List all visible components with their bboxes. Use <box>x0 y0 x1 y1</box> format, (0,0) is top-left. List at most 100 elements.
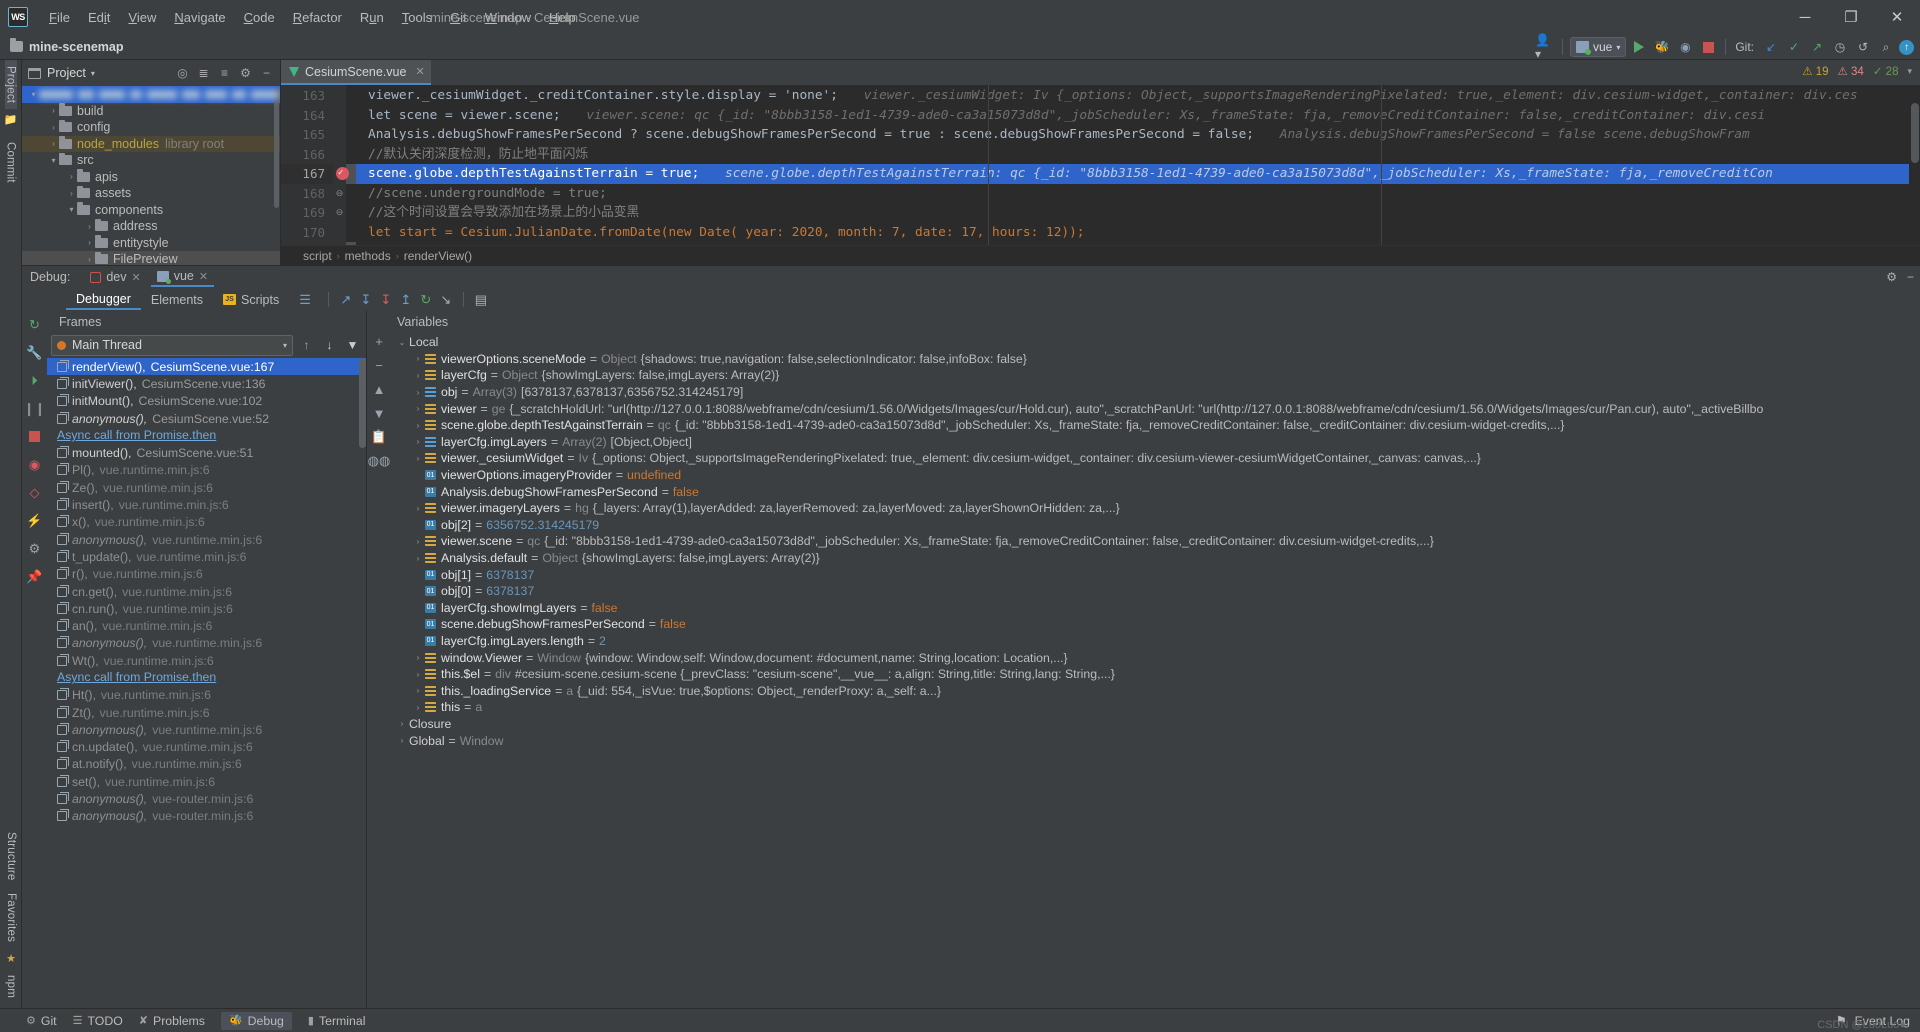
fold-marker-169[interactable]: ⊖ <box>333 203 346 223</box>
chevron-down-icon[interactable]: ▾ <box>48 156 59 165</box>
frame-row[interactable]: anonymous(), vue.runtime.min.js:6 <box>47 635 366 652</box>
add-watch-icon[interactable]: + <box>370 333 388 349</box>
run-to-cursor-icon[interactable]: ↻ <box>416 290 436 309</box>
variable-row[interactable]: 01 layerCfg.showImgLayers = false <box>391 600 1920 617</box>
variable-row[interactable]: 01 scene.debugShowFramesPerSecond = false <box>391 616 1920 633</box>
target-icon[interactable]: ◎ <box>173 64 192 83</box>
stop-icon[interactable] <box>25 427 44 446</box>
step-out-icon[interactable]: ↥ <box>396 290 416 309</box>
close-icon[interactable]: ✕ <box>415 65 424 78</box>
chevron-right-icon[interactable]: › <box>48 123 59 132</box>
git-update-icon[interactable]: ↙ <box>1761 37 1781 57</box>
expand-all-icon[interactable]: ≣ <box>194 64 213 83</box>
chevron-down-icon[interactable]: ▾ <box>283 341 287 350</box>
project-scrollbar[interactable] <box>274 88 279 208</box>
folder-icon[interactable]: 📁 <box>4 109 18 130</box>
status-problems[interactable]: ✘ Problems <box>139 1014 205 1028</box>
chevron-right-icon[interactable]: › <box>411 437 425 446</box>
breadcrumb-renderview[interactable]: renderView() <box>404 249 472 263</box>
chevron-right-icon[interactable]: › <box>411 371 425 380</box>
frame-row[interactable]: r(), vue.runtime.min.js:6 <box>47 566 366 583</box>
tab-elements[interactable]: Elements <box>141 291 213 309</box>
frame-row[interactable]: mounted(), CesiumScene.vue:51 <box>47 444 366 461</box>
frame-row[interactable]: Wt(), vue.runtime.min.js:6 <box>47 652 366 669</box>
variables-list[interactable]: ⌄ Local › viewerOptions.sceneMode = Object {sh… <box>391 332 1920 1008</box>
code-line-164[interactable]: let scene = viewer.scene; viewer.scene: … <box>356 106 1920 126</box>
user-icon[interactable]: 👤▾ <box>1535 33 1555 61</box>
drop-frame-icon[interactable]: ↘ <box>436 290 456 309</box>
frame-row[interactable]: x(), vue.runtime.min.js:6 <box>47 514 366 531</box>
settings2-icon[interactable]: ⚙ <box>25 539 44 558</box>
variable-row[interactable]: › layerCfg.imgLayers = Array(2) [Object,Obje… <box>391 434 1920 451</box>
chevron-right-icon[interactable]: › <box>66 189 77 198</box>
tree-row-address[interactable]: › address <box>22 218 280 235</box>
code-line-163[interactable]: viewer._cesiumWidget._creditContainer.st… <box>356 86 1920 106</box>
code-line-166[interactable]: //默认关闭深度检测，防止地平面闪烁 <box>356 145 1920 165</box>
menu-view[interactable]: View <box>119 7 165 28</box>
breadcrumb-project[interactable]: mine-scenemap <box>29 40 123 54</box>
close-button[interactable]: ✕ <box>1874 0 1920 34</box>
chevron-right-icon[interactable]: › <box>411 454 425 463</box>
tree-row-entitystyle[interactable]: › entitystyle <box>22 235 280 252</box>
chevron-right-icon[interactable]: › <box>411 537 425 546</box>
maximize-button[interactable]: ❐ <box>1828 0 1874 34</box>
thread-selector[interactable]: Main Thread ▾ <box>51 334 293 356</box>
menu-file[interactable]: FFileile <box>40 7 79 28</box>
rail-item-commit[interactable]: Commit <box>5 136 17 189</box>
frame-row[interactable]: anonymous(), CesiumScene.vue:52 <box>47 410 366 427</box>
debug-session-tab-vue[interactable]: vue ✕ <box>150 267 215 287</box>
frame-row[interactable]: at.notify(), vue.runtime.min.js:6 <box>47 756 366 773</box>
menu-refactor[interactable]: Refactor <box>284 7 351 28</box>
menu-navigate[interactable]: Navigate <box>165 7 234 28</box>
frame-row[interactable]: anonymous(), vue-router.min.js:6 <box>47 790 366 807</box>
close-icon[interactable]: ✕ <box>199 270 208 283</box>
variable-row[interactable]: › viewer.imageryLayers = hg {_layers: Array(… <box>391 500 1920 517</box>
fold-marker-168[interactable]: ⊖ <box>333 184 346 204</box>
step-over-icon[interactable]: ↗ <box>336 290 356 309</box>
chevron-right-icon[interactable]: › <box>411 388 425 397</box>
chevron-right-icon[interactable]: › <box>395 736 409 745</box>
run-configuration-selector[interactable]: vue ▾ <box>1569 37 1627 57</box>
frame-row[interactable]: t_update(), vue.runtime.min.js:6 <box>47 548 366 565</box>
code-line-169[interactable]: //这个时间设置会导致添加在场景上的小品变黑 <box>356 203 1920 223</box>
variable-group-row[interactable]: ⌄ Local <box>391 334 1920 351</box>
tab-debugger[interactable]: Debugger <box>66 290 141 310</box>
variable-row[interactable]: › viewerOptions.sceneMode = Object {shadows:… <box>391 351 1920 368</box>
chevron-right-icon[interactable]: › <box>66 172 77 181</box>
breakpoint-icon[interactable] <box>336 164 349 184</box>
chevron-right-icon[interactable]: › <box>84 238 95 247</box>
chevron-right-icon[interactable]: › <box>411 703 425 712</box>
frame-row[interactable]: Ht(), vue.runtime.min.js:6 <box>47 687 366 704</box>
frame-row[interactable]: initViewer(), CesiumScene.vue:136 <box>47 375 366 392</box>
git-rollback-icon[interactable]: ↺ <box>1853 37 1873 57</box>
chevron-right-icon[interactable]: › <box>84 255 95 264</box>
pause-icon[interactable]: ❙❙ <box>24 399 46 418</box>
frame-row[interactable]: renderView(), CesiumScene.vue:167 <box>47 358 366 376</box>
frame-row[interactable]: an(), vue.runtime.min.js:6 <box>47 617 366 634</box>
chevron-down-icon[interactable]: ▾ <box>1907 66 1912 77</box>
tree-row-build[interactable]: › build <box>22 103 280 120</box>
variable-row[interactable]: › window.Viewer = Window {window: Window,sel… <box>391 649 1920 666</box>
close-icon[interactable]: ✕ <box>131 271 140 284</box>
remove-watch-icon[interactable]: − <box>370 357 388 373</box>
frame-row[interactable]: Zt(), vue.runtime.min.js:6 <box>47 704 366 721</box>
status-git[interactable]: ⚙ Git <box>26 1014 57 1028</box>
variable-row[interactable]: 01 obj[1] = 6378137 <box>391 566 1920 583</box>
chevron-down-icon[interactable]: ▾ <box>91 69 95 78</box>
rail-item-favorites[interactable]: Favorites <box>5 887 17 948</box>
frame-row[interactable]: anonymous(), vue.runtime.min.js:6 <box>47 721 366 738</box>
code-line-168[interactable]: //scene.undergroundMode = true; <box>356 184 1920 204</box>
code-line-165[interactable]: Analysis.debugShowFramesPerSecond ? scen… <box>356 125 1920 145</box>
tree-row-config[interactable]: › config <box>22 119 280 136</box>
status-debug[interactable]: 🐝 Debug <box>220 1011 292 1030</box>
variable-row[interactable]: › obj = Array(3) [6378137,6378137,6356752.31… <box>391 384 1920 401</box>
gear-icon[interactable]: ⚙ <box>1886 270 1897 284</box>
line-number-gutter[interactable]: 163 164 165 166 167 168 169 170 171 <box>281 85 349 245</box>
collapse-all-icon[interactable]: ≡ <box>215 64 234 83</box>
view-breakpoints-icon[interactable]: ◉ <box>25 455 44 474</box>
variable-row[interactable]: › scene.globe.depthTestAgainstTerrain = qc{… <box>391 417 1920 434</box>
minimize-icon[interactable]: − <box>1907 270 1914 284</box>
frame-row[interactable]: cn.get(), vue.runtime.min.js:6 <box>47 583 366 600</box>
tree-row-filepreview[interactable]: › FilePreview <box>22 251 280 265</box>
rail-item-structure[interactable]: Structure <box>5 826 17 886</box>
